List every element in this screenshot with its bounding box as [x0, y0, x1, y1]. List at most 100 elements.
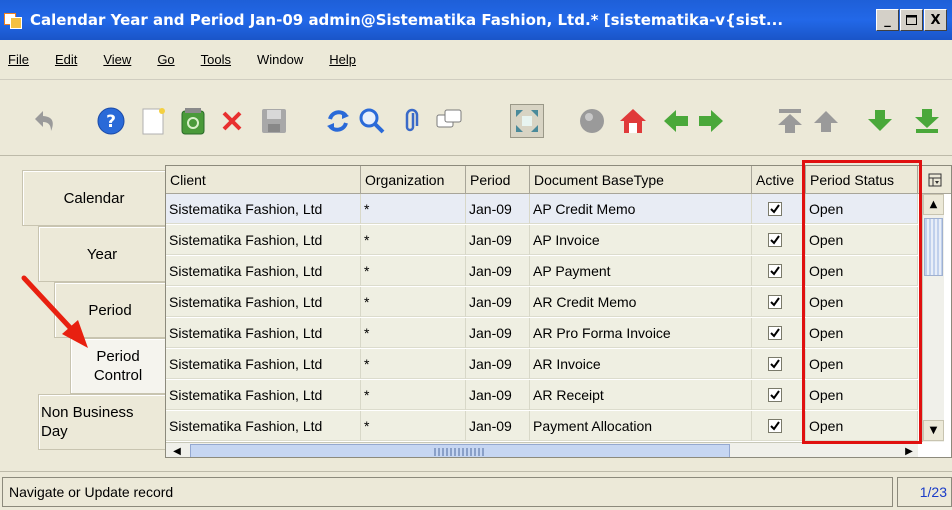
cell-document-basetype[interactable]: AR Invoice — [530, 349, 752, 379]
archive-icon[interactable] — [575, 104, 609, 138]
active-checkbox[interactable] — [768, 388, 782, 402]
cell-organization[interactable]: * — [361, 318, 466, 348]
new-record-icon[interactable] — [136, 104, 170, 138]
cell-active[interactable] — [752, 349, 806, 379]
cell-active[interactable] — [752, 194, 806, 224]
cell-client[interactable]: Sistematika Fashion, Ltd — [166, 256, 361, 286]
scroll-down-button[interactable]: ▼ — [923, 420, 944, 441]
maximize-button[interactable] — [900, 9, 923, 31]
cell-period[interactable]: Jan-09 — [466, 380, 530, 410]
cell-period[interactable]: Jan-09 — [466, 225, 530, 255]
cell-active[interactable] — [752, 256, 806, 286]
vertical-scrollbar[interactable]: ▲ ▼ — [922, 194, 944, 442]
cell-active[interactable] — [752, 287, 806, 317]
menu-bar: File Edit View Go Tools Window Help — [0, 40, 952, 80]
menu-window[interactable]: Window — [257, 52, 303, 67]
cell-period[interactable]: Jan-09 — [466, 194, 530, 224]
zoom-icon[interactable] — [510, 104, 544, 138]
cell-document-basetype[interactable]: AR Credit Memo — [530, 287, 752, 317]
cell-document-basetype[interactable]: Payment Allocation — [530, 411, 752, 441]
menu-go[interactable]: Go — [157, 52, 174, 67]
active-checkbox[interactable] — [768, 295, 782, 309]
menu-file[interactable]: File — [8, 52, 29, 67]
cell-document-basetype[interactable]: AR Receipt — [530, 380, 752, 410]
cell-period[interactable]: Jan-09 — [466, 287, 530, 317]
active-checkbox[interactable] — [768, 264, 782, 278]
cell-active[interactable] — [752, 225, 806, 255]
column-header-client[interactable]: Client — [166, 166, 361, 194]
active-checkbox[interactable] — [768, 202, 782, 216]
svg-text:?: ? — [106, 112, 116, 132]
attachment-icon[interactable] — [394, 104, 428, 138]
cell-client[interactable]: Sistematika Fashion, Ltd — [166, 380, 361, 410]
active-checkbox[interactable] — [768, 419, 782, 433]
vertical-scroll-thumb[interactable] — [924, 218, 943, 276]
menu-help[interactable]: Help — [329, 52, 356, 67]
menu-tools[interactable]: Tools — [201, 52, 231, 67]
horizontal-scrollbar[interactable]: ◀ ▶ — [166, 442, 918, 457]
cell-client[interactable]: Sistematika Fashion, Ltd — [166, 194, 361, 224]
scroll-left-button[interactable]: ◀ — [168, 443, 186, 457]
annotation-arrow — [21, 275, 88, 348]
app-icon — [4, 11, 24, 29]
tab-non-business-day-label: Non Business Day — [41, 404, 134, 440]
first-record-icon[interactable] — [773, 104, 807, 138]
delete-icon[interactable] — [215, 104, 249, 138]
menu-edit[interactable]: Edit — [55, 52, 77, 67]
minimize-button[interactable]: _ — [876, 9, 899, 31]
menu-view[interactable]: View — [103, 52, 131, 67]
column-header-period[interactable]: Period — [466, 166, 530, 194]
scroll-up-button[interactable]: ▲ — [923, 194, 944, 215]
cell-organization[interactable]: * — [361, 380, 466, 410]
cell-organization[interactable]: * — [361, 194, 466, 224]
next-record-icon[interactable] — [863, 104, 897, 138]
close-button[interactable]: X — [924, 9, 947, 31]
cell-organization[interactable]: * — [361, 225, 466, 255]
column-settings-icon[interactable] — [922, 166, 951, 194]
cell-document-basetype[interactable]: AP Invoice — [530, 225, 752, 255]
home-icon[interactable] — [616, 104, 650, 138]
active-checkbox[interactable] — [768, 326, 782, 340]
copy-record-icon[interactable] — [176, 104, 210, 138]
cell-organization[interactable]: * — [361, 349, 466, 379]
cell-document-basetype[interactable]: AR Pro Forma Invoice — [530, 318, 752, 348]
cell-document-basetype[interactable]: AP Payment — [530, 256, 752, 286]
tab-calendar[interactable]: Calendar — [22, 170, 165, 226]
find-icon[interactable] — [355, 104, 389, 138]
last-record-icon[interactable] — [910, 104, 944, 138]
active-checkbox[interactable] — [768, 233, 782, 247]
cell-organization[interactable]: * — [361, 411, 466, 441]
cell-period[interactable]: Jan-09 — [466, 349, 530, 379]
active-checkbox[interactable] — [768, 357, 782, 371]
back-icon[interactable] — [659, 104, 693, 138]
cell-period[interactable]: Jan-09 — [466, 318, 530, 348]
chat-icon[interactable] — [432, 104, 466, 138]
cell-organization[interactable]: * — [361, 256, 466, 286]
previous-record-icon[interactable] — [809, 104, 843, 138]
scroll-right-button[interactable]: ▶ — [900, 443, 918, 457]
undo-icon[interactable] — [28, 104, 62, 138]
cell-organization[interactable]: * — [361, 287, 466, 317]
cell-active[interactable] — [752, 411, 806, 441]
cell-client[interactable]: Sistematika Fashion, Ltd — [166, 349, 361, 379]
cell-client[interactable]: Sistematika Fashion, Ltd — [166, 287, 361, 317]
help-icon[interactable]: ? — [94, 104, 128, 138]
column-header-document-basetype[interactable]: Document BaseType — [530, 166, 752, 194]
refresh-icon[interactable] — [321, 104, 355, 138]
save-icon[interactable] — [257, 104, 291, 138]
tab-non-business-day[interactable]: Non Business Day — [38, 394, 165, 450]
cell-client[interactable]: Sistematika Fashion, Ltd — [166, 318, 361, 348]
record-count[interactable]: 1/23 — [897, 477, 952, 507]
forward-icon[interactable] — [694, 104, 728, 138]
title-bar: Calendar Year and Period Jan-09 admin@Si… — [0, 0, 952, 40]
cell-client[interactable]: Sistematika Fashion, Ltd — [166, 225, 361, 255]
cell-active[interactable] — [752, 380, 806, 410]
column-header-organization[interactable]: Organization — [361, 166, 466, 194]
cell-client[interactable]: Sistematika Fashion, Ltd — [166, 411, 361, 441]
cell-document-basetype[interactable]: AP Credit Memo — [530, 194, 752, 224]
cell-active[interactable] — [752, 318, 806, 348]
horizontal-scroll-thumb[interactable] — [190, 444, 730, 457]
cell-period[interactable]: Jan-09 — [466, 411, 530, 441]
cell-period[interactable]: Jan-09 — [466, 256, 530, 286]
column-header-active[interactable]: Active — [752, 166, 806, 194]
